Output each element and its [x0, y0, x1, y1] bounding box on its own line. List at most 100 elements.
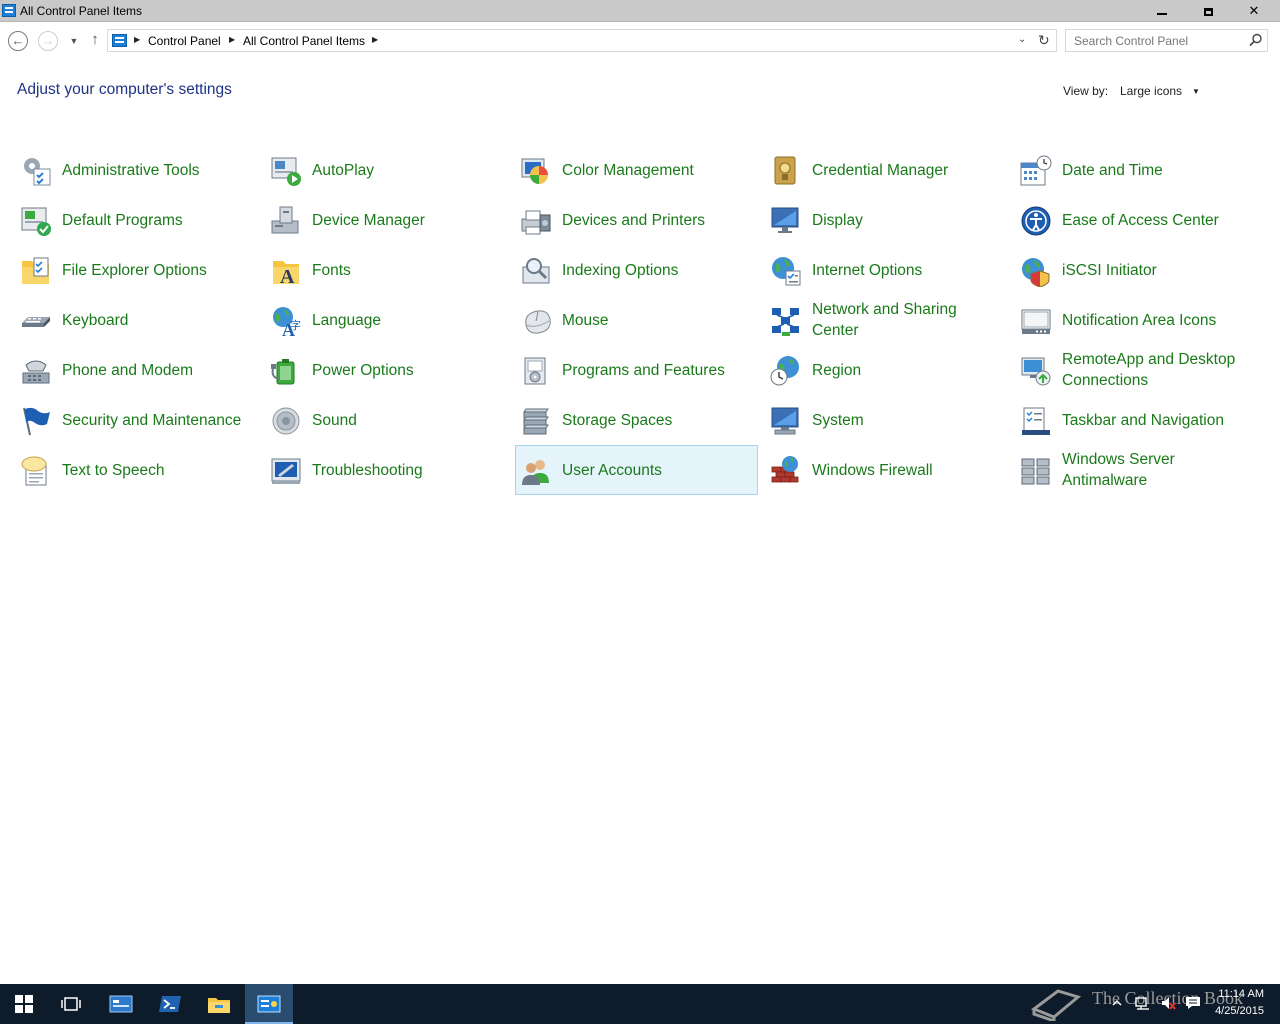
network-icon[interactable]	[1135, 995, 1151, 1011]
control-panel-item-troubleshooting[interactable]: Troubleshooting	[265, 445, 508, 495]
control-panel-item-color-management[interactable]: Color Management	[515, 145, 758, 195]
breadcrumb-all-items[interactable]: All Control Panel Items	[243, 34, 365, 48]
control-panel-item-windows-server-antimalware[interactable]: Windows Server Antimalware	[1015, 445, 1258, 495]
book-icon	[1030, 989, 1082, 1021]
powershell-taskbar-button[interactable]	[146, 984, 194, 1024]
color-management-icon	[521, 158, 548, 184]
control-panel-item-fonts[interactable]: A Fonts	[265, 245, 508, 295]
keyboard-icon	[22, 317, 50, 327]
item-label: Windows Server Antimalware	[1062, 451, 1175, 489]
refresh-icon[interactable]: ↻	[1038, 32, 1050, 49]
control-panel-item-network-and-sharing-center[interactable]: Network and Sharing Center	[765, 295, 1008, 345]
region-icon	[770, 356, 799, 386]
view-by-label: View by:	[1063, 84, 1109, 98]
control-panel-item-credential-manager[interactable]: Credential Manager	[765, 145, 1008, 195]
control-panel-item-default-programs[interactable]: Default Programs	[15, 195, 258, 245]
server-manager-taskbar-button[interactable]	[97, 984, 145, 1024]
user-accounts-icon	[522, 460, 549, 485]
recent-locations-button[interactable]: ▼	[63, 31, 85, 53]
control-panel-item-security-and-maintenance[interactable]: Security and Maintenance	[15, 395, 258, 445]
control-panel-item-user-accounts[interactable]: User Accounts	[515, 445, 758, 495]
view-by-value: Large icons	[1120, 84, 1183, 98]
control-panel-item-phone-and-modem[interactable]: Phone and Modem	[15, 345, 258, 395]
search-box[interactable]	[1065, 29, 1268, 52]
arrow-left-icon: ←	[11, 33, 25, 48]
item-label: Security and Maintenance	[62, 411, 242, 429]
task-view-icon	[61, 997, 81, 1011]
control-panel-item-file-explorer-options[interactable]: File Explorer Options	[15, 245, 258, 295]
arrow-up-icon: ↑	[91, 31, 99, 48]
forward-button[interactable]: →	[38, 31, 58, 51]
restore-icon	[1203, 7, 1213, 16]
address-dropdown-icon[interactable]: ⌄	[1018, 34, 1026, 45]
up-button[interactable]: ↑	[84, 30, 106, 52]
troubleshooting-icon	[271, 458, 301, 484]
control-panel-item-mouse[interactable]: Mouse	[515, 295, 758, 345]
control-panel-item-internet-options[interactable]: Internet Options	[765, 245, 1008, 295]
breadcrumb-separator-icon[interactable]: ▶	[229, 35, 235, 44]
item-label: Indexing Options	[562, 261, 679, 279]
control-panel-item-devices-and-printers[interactable]: Devices and Printers	[515, 195, 758, 245]
breadcrumb-separator-icon[interactable]: ▶	[134, 35, 140, 44]
devices-printers-icon	[521, 210, 551, 235]
minimize-button[interactable]	[1139, 0, 1185, 21]
antimalware-icon	[1021, 458, 1050, 485]
control-panel-item-autoplay[interactable]: AutoPlay	[265, 145, 508, 195]
view-by-dropdown[interactable]: Large icons ▼	[1120, 84, 1200, 98]
language-icon: A字	[273, 307, 301, 337]
credential-manager-icon	[774, 156, 796, 185]
control-panel-item-windows-firewall[interactable]: Windows Firewall	[765, 445, 1008, 495]
powershell-icon	[159, 996, 181, 1012]
address-bar[interactable]: ▶ Control Panel ▶ All Control Panel Item…	[107, 29, 1057, 52]
close-icon: ✕	[1248, 3, 1260, 18]
show-hidden-icons-icon[interactable]	[1111, 997, 1123, 1009]
control-panel-item-date-and-time[interactable]: Date and Time	[1015, 145, 1258, 195]
control-panel-taskbar-button[interactable]	[245, 984, 293, 1024]
device-manager-icon	[271, 206, 299, 234]
item-label: Keyboard	[62, 311, 129, 329]
power-options-icon	[271, 359, 295, 385]
control-panel-item-notification-area-icons[interactable]: Notification Area Icons	[1015, 295, 1258, 345]
indexing-options-icon	[522, 258, 550, 284]
control-panel-item-administrative-tools[interactable]: Administrative Tools	[15, 145, 258, 195]
back-button[interactable]: ←	[8, 31, 28, 51]
remoteapp-icon	[1021, 357, 1051, 386]
item-label: Text to Speech	[62, 461, 165, 479]
control-panel-item-programs-and-features[interactable]: Programs and Features	[515, 345, 758, 395]
clock-date[interactable]: 4/25/2015	[1198, 1005, 1264, 1017]
item-label: Credential Manager	[812, 161, 949, 179]
task-view-button[interactable]	[48, 984, 96, 1024]
breadcrumb-control-panel[interactable]: Control Panel	[148, 34, 221, 48]
control-panel-item-indexing-options[interactable]: Indexing Options	[515, 245, 758, 295]
control-panel-item-system[interactable]: System	[765, 395, 1008, 445]
control-panel-item-display[interactable]: Display	[765, 195, 1008, 245]
control-panel-item-ease-of-access-center[interactable]: Ease of Access Center	[1015, 195, 1258, 245]
item-label: System	[812, 411, 864, 429]
control-panel-item-iscsi-initiator[interactable]: iSCSI Initiator	[1015, 245, 1258, 295]
search-input[interactable]	[1066, 30, 1246, 51]
control-panel-item-device-manager[interactable]: Device Manager	[265, 195, 508, 245]
sound-icon	[272, 407, 300, 435]
display-icon	[771, 207, 799, 233]
control-panel-item-language[interactable]: A 字 Language	[265, 295, 508, 345]
ease-of-access-icon	[1021, 206, 1051, 236]
control-panel-item-storage-spaces[interactable]: Storage Spaces	[515, 395, 758, 445]
control-panel-item-power-options[interactable]: Power Options	[265, 345, 508, 395]
control-panel-item-region[interactable]: Region	[765, 345, 1008, 395]
control-panel-item-taskbar-and-navigation[interactable]: Taskbar and Navigation	[1015, 395, 1258, 445]
clock-time[interactable]: 11:14 AM	[1208, 988, 1264, 1000]
breadcrumb-separator-icon[interactable]: ▶	[372, 35, 378, 44]
close-button[interactable]: ✕	[1231, 0, 1277, 21]
restore-button[interactable]	[1185, 0, 1231, 21]
start-button[interactable]	[0, 984, 48, 1024]
item-label: Network and Sharing Center	[812, 301, 957, 339]
control-panel-item-sound[interactable]: Sound	[265, 395, 508, 445]
search-icon[interactable]	[1249, 33, 1263, 47]
control-panel-item-keyboard[interactable]: Keyboard	[15, 295, 258, 345]
file-explorer-taskbar-button[interactable]	[195, 984, 243, 1024]
volume-muted-icon[interactable]	[1160, 995, 1176, 1011]
fonts-icon: A	[273, 261, 299, 287]
control-panel-item-remoteapp-and-desktop-connections[interactable]: RemoteApp and Desktop Connections	[1015, 345, 1258, 395]
admin-tools-icon	[24, 158, 51, 186]
control-panel-item-text-to-speech[interactable]: Text to Speech	[15, 445, 258, 495]
